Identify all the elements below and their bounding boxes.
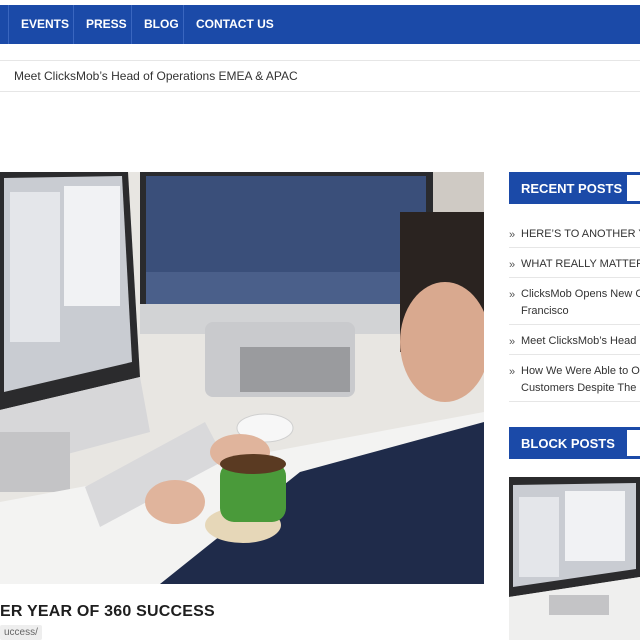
recent-post-link[interactable]: Meet ClicksMob’s Head [521,325,640,354]
recent-post-line: How We Were Able to O [521,365,640,377]
nav-item-contact-us[interactable]: CONTACT US [183,5,286,44]
news-ticker: Meet ClicksMob’s Head of Operations EMEA… [0,60,640,92]
block-posts-header: BLOCK POSTS [509,427,640,459]
block-post-thumbnail[interactable] [509,477,640,640]
recent-post-line: Customers Despite The [521,382,637,394]
nav-item-blog[interactable]: BLOG [131,5,191,44]
office-desk-photo [509,477,640,640]
list-item[interactable]: WHAT REALLY MATTER [509,248,640,278]
recent-posts-header: RECENT POSTS [509,172,640,204]
list-item[interactable]: Meet ClicksMob’s Head [509,325,640,355]
recent-post-link[interactable]: HERE’S TO ANOTHER Y [521,218,640,247]
office-desk-photo [0,172,484,584]
recent-post-link[interactable]: How We Were Able to O Customers Despite T… [521,355,640,401]
list-item[interactable]: HERE’S TO ANOTHER Y [509,218,640,248]
featured-post-image[interactable] [0,172,484,584]
ticker-link[interactable]: Meet ClicksMob’s Head of Operations EMEA… [14,69,298,83]
recent-post-link[interactable]: WHAT REALLY MATTER [521,248,640,277]
post-title[interactable]: ER YEAR OF 360 SUCCESS [0,603,215,621]
list-item[interactable]: How We Were Able to O Customers Despite T… [509,355,640,402]
nav-item-press[interactable]: PRESS [73,5,139,44]
recent-post-line: Francisco [521,305,569,317]
nav-item-events[interactable]: EVENTS [8,5,81,44]
list-item[interactable]: ClicksMob Opens New C Francisco [509,278,640,325]
top-nav-bar: EVENTS PRESS BLOG CONTACT US [0,5,640,44]
recent-post-line: ClicksMob Opens New C [521,288,640,300]
recent-posts-title: RECENT POSTS [521,181,623,196]
block-posts-title: BLOCK POSTS [521,436,615,451]
header-tab-notch [627,175,640,201]
recent-posts-list: HERE’S TO ANOTHER Y WHAT REALLY MATTER C… [509,218,640,402]
header-tab-notch [627,430,640,456]
recent-post-link[interactable]: ClicksMob Opens New C Francisco [521,278,640,324]
post-url-tag: uccess/ [0,625,42,640]
